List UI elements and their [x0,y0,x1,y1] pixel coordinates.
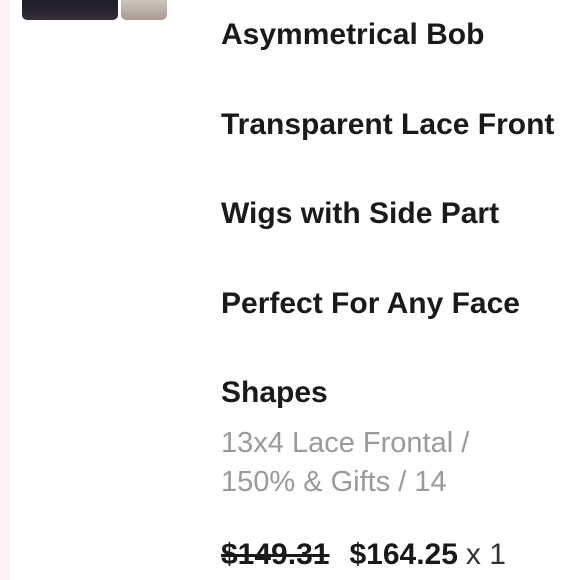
quantity: x 1 [465,538,506,571]
side-panel-edge [0,0,10,580]
order-item-view: Asymmetrical Bob Transparent Lace Front … [0,0,580,580]
product-title-line: Transparent Lace Front [221,107,555,141]
variant-line: 150% & Gifts / 14 [221,466,447,498]
product-title-line: Wigs with Side Part [221,197,500,230]
current-price: $164.25 [349,538,458,571]
product-thumbnail[interactable] [22,0,118,20]
product-thumbnails [22,0,168,20]
product-title-line: Perfect For Any Face [221,286,520,320]
price-row: $149.31 $164.25 x 1 [221,538,506,580]
original-price: $149.31 [221,538,330,571]
product-thumbnail-secondary[interactable] [121,0,167,20]
product-title[interactable]: Asymmetrical Bob Transparent Lace Front … [221,0,576,438]
product-variant: 13x4 Lace Frontal / 150% & Gifts / 14 [221,424,561,502]
product-title-line: Asymmetrical Bob [221,18,485,51]
variant-line: 13x4 Lace Frontal / [221,427,470,459]
